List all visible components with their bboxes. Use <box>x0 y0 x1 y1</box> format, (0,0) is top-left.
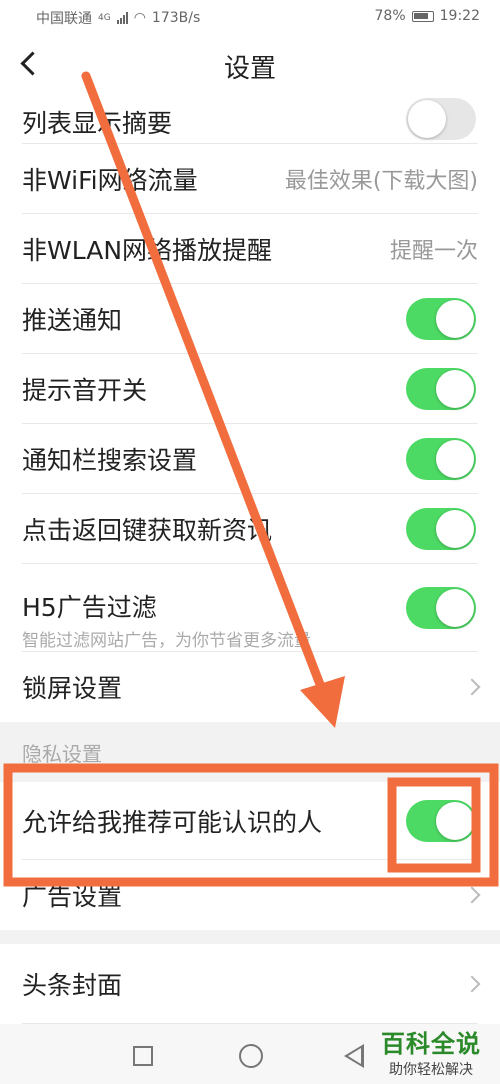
chevron-right-icon <box>463 678 481 696</box>
setting-label: 列表显示摘要 <box>22 109 173 138</box>
setting-row-push-notification[interactable]: 推送通知 <box>0 284 500 354</box>
toggle-knob <box>436 440 474 478</box>
setting-row-headline-cover[interactable]: 头条封面 <box>0 944 500 1024</box>
setting-label: 通知栏搜索设置 <box>22 446 198 475</box>
recent-apps-icon[interactable] <box>133 1046 153 1066</box>
setting-row-list-summary[interactable]: 列表显示摘要 <box>0 96 500 144</box>
setting-row-wifi-traffic[interactable]: 非WiFi网络流量 最佳效果(下载大图) <box>0 144 500 214</box>
wifi-icon: ◠ <box>133 10 146 26</box>
push-notification-toggle[interactable] <box>406 298 476 340</box>
network-type: 4G <box>98 13 111 23</box>
toggle-knob <box>436 300 474 338</box>
status-bar: 中国联通 4G ◠ 173B/s 78% 19:22 <box>0 0 500 34</box>
setting-row-ad-settings[interactable]: 广告设置 <box>0 860 500 930</box>
setting-label: H5广告过滤 <box>22 593 157 622</box>
h5-ad-filter-toggle[interactable] <box>406 587 476 629</box>
toggle-knob <box>408 100 446 138</box>
nav-back-icon[interactable] <box>344 1044 364 1068</box>
setting-label: 非WLAN网络播放提醒 <box>22 236 273 265</box>
setting-row-sound[interactable]: 提示音开关 <box>0 354 500 424</box>
setting-label: 提示音开关 <box>22 376 148 405</box>
page-title: 设置 <box>223 54 276 84</box>
setting-row-back-refresh[interactable]: 点击返回键获取新资讯 <box>0 494 500 564</box>
battery-icon <box>411 10 434 22</box>
back-refresh-toggle[interactable] <box>406 508 476 550</box>
toggle-knob <box>436 802 474 840</box>
setting-row-recommend-people[interactable]: 允许给我推荐可能认识的人 <box>0 782 500 860</box>
carrier-name: 中国联通 <box>36 11 92 27</box>
network-speed: 173B/s <box>151 10 201 26</box>
setting-label: 锁屏设置 <box>22 674 123 703</box>
setting-label: 推送通知 <box>22 306 123 335</box>
chevron-right-icon <box>463 975 481 993</box>
watermark-subtitle: 助你轻松解决 <box>389 1062 473 1078</box>
setting-row-notification-search[interactable]: 通知栏搜索设置 <box>0 424 500 494</box>
list-summary-toggle[interactable] <box>406 98 476 140</box>
section-title: 隐私设置 <box>22 742 102 766</box>
settings-list: 列表显示摘要 非WiFi网络流量 最佳效果(下载大图) 非WLAN网络播放提醒 … <box>0 96 500 1024</box>
section-header-privacy: 隐私设置 <box>0 722 500 782</box>
setting-description: 智能过滤网站广告，为你节省更多流量 <box>22 631 311 651</box>
clock: 19:22 <box>439 8 480 24</box>
setting-row-h5-ad-filter[interactable]: H5广告过滤 智能过滤网站广告，为你节省更多流量 <box>0 564 500 652</box>
signal-icon <box>116 12 128 24</box>
recommend-people-toggle[interactable] <box>406 800 476 842</box>
title-bar: 设置 <box>0 34 500 96</box>
sound-toggle[interactable] <box>406 368 476 410</box>
setting-row-lock-screen[interactable]: 锁屏设置 <box>0 652 500 722</box>
setting-row-wlan-play-reminder[interactable]: 非WLAN网络播放提醒 提醒一次 <box>0 214 500 284</box>
setting-label: 头条封面 <box>22 971 123 1000</box>
setting-label: 点击返回键获取新资讯 <box>22 516 273 545</box>
notification-search-toggle[interactable] <box>406 438 476 480</box>
battery-percent: 78% <box>374 8 406 24</box>
toggle-knob <box>436 510 474 548</box>
setting-label: 允许给我推荐可能认识的人 <box>22 808 323 837</box>
home-icon[interactable] <box>239 1044 263 1068</box>
setting-label: 非WiFi网络流量 <box>22 166 198 195</box>
toggle-knob <box>436 589 474 627</box>
chevron-right-icon <box>463 886 481 904</box>
setting-value: 最佳效果(下载大图) <box>284 169 478 194</box>
setting-label: 广告设置 <box>22 882 123 911</box>
setting-value: 提醒一次 <box>389 239 478 264</box>
toggle-knob <box>436 370 474 408</box>
watermark-logo: 百科全说 助你轻松解决 <box>372 1024 490 1080</box>
section-gap <box>0 930 500 944</box>
watermark-title: 百科全说 <box>381 1030 481 1058</box>
